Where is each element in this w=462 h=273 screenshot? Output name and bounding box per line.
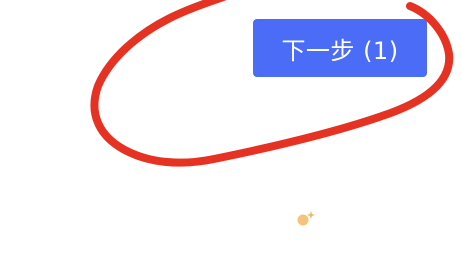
screen: 下一步 (1) xyxy=(0,0,462,273)
next-step-button[interactable]: 下一步 (1) xyxy=(253,19,427,77)
cursor-sparkle xyxy=(307,211,315,219)
sparkle-cursor-icon xyxy=(297,211,315,226)
next-step-button-label: 下一步 (1) xyxy=(281,36,399,65)
cursor-dot xyxy=(297,214,309,226)
